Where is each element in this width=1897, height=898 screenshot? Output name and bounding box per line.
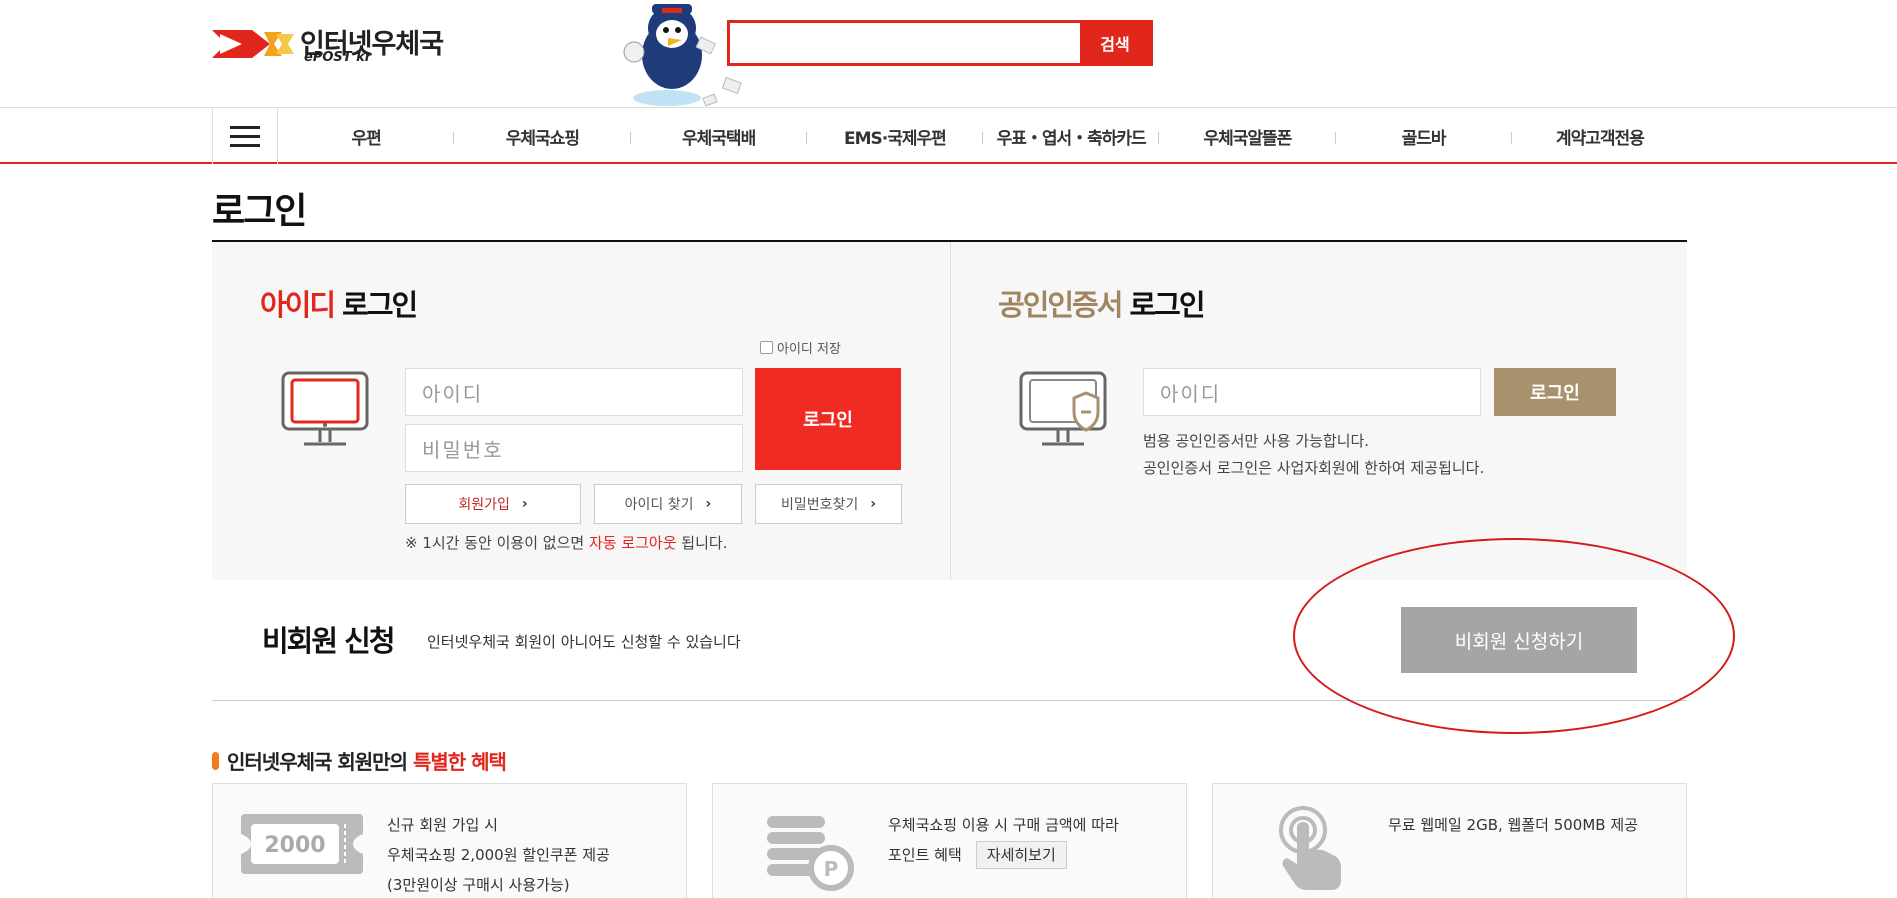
benefit-coupon-text: 신규 회원 가입 시 우체국쇼핑 2,000원 할인쿠폰 제공 (3만원이상 구… [387, 816, 610, 894]
nonmember-section: 비회원 신청 인터넷우체국 회원이 아니어도 신청할 수 있습니다 비회원 신청… [212, 580, 1687, 701]
benefit-points-text: 우체국쇼핑 이용 시 구매 금액에 따라 포인트 혜택 자세히보기 [888, 810, 1119, 870]
find-id-button[interactable]: 아이디 찾기 › [594, 484, 742, 524]
epost-logo-icon [212, 30, 294, 58]
touch-hand-icon [1279, 806, 1341, 890]
nonmember-title: 비회원 신청 [262, 624, 395, 658]
find-password-button[interactable]: 비밀번호찾기 › [755, 484, 902, 524]
auto-logout-notice: ※ 1시간 동안 이용이 없으면 자동 로그아웃 됩니다. [405, 534, 728, 552]
nav-item-goldbar[interactable]: 골드바 [1336, 108, 1513, 164]
nav-item-contract[interactable]: 계약고객전용 [1512, 108, 1688, 164]
benefit-webmail-text: 무료 웹메일 2GB, 웹폴더 500MB 제공 [1388, 816, 1638, 834]
cert-login-title: 공인인증서 로그인 [998, 288, 1206, 322]
login-area: 아이디 로그인 아이디 저장 아이디 비밀번호 로그인 회원가입 › 아이디 찾… [212, 242, 1687, 580]
search-input[interactable] [730, 23, 1080, 63]
cert-description: 범용 공인인증서만 사용 가능합니다. 공인인증서 로그인은 사업자회원에 한하… [1143, 432, 1485, 477]
search-button[interactable]: 검색 [1080, 23, 1150, 63]
chevron-right-icon: › [870, 496, 877, 512]
save-id-option[interactable]: 아이디 저장 [760, 338, 841, 357]
panel-divider [950, 242, 951, 580]
benefit-card-points: P 우체국쇼핑 이용 시 구매 금액에 따라 포인트 혜택 자세히보기 [712, 783, 1187, 898]
logo-subtext: ePOST kr [304, 50, 372, 65]
main-nav: 우편 우체국쇼핑 우체국택배 EMS·국제우편 우표・엽서・축하카드 우체국알뜰… [0, 108, 1897, 164]
header: 인터넷우체국 ePOST kr 검색 [0, 0, 1897, 108]
benefit-card-webmail: 무료 웹메일 2GB, 웹폴더 500MB 제공 [1212, 783, 1687, 898]
save-id-label: 아이디 저장 [777, 342, 841, 357]
signup-button[interactable]: 회원가입 › [405, 484, 581, 524]
id-input[interactable]: 아이디 [405, 368, 743, 416]
nav-item-shopping[interactable]: 우체국쇼핑 [454, 108, 631, 164]
bullet-icon [212, 751, 219, 770]
chevron-right-icon: › [521, 496, 528, 512]
nonmember-apply-button[interactable]: 비회원 신청하기 [1401, 607, 1637, 673]
id-login-title: 아이디 로그인 [260, 288, 418, 322]
search-box: 검색 [727, 20, 1153, 66]
detail-button[interactable]: 자세히보기 [975, 841, 1067, 869]
cert-id-input[interactable]: 아이디 [1143, 368, 1481, 416]
chevron-right-icon: › [705, 496, 712, 512]
nav-item-ems[interactable]: EMS·국제우편 [807, 108, 984, 164]
password-input[interactable]: 비밀번호 [405, 424, 743, 472]
nonmember-description: 인터넷우체국 회원이 아니어도 신청할 수 있습니다 [427, 633, 741, 651]
save-id-checkbox[interactable] [760, 341, 773, 354]
page-title: 로그인 [212, 191, 307, 232]
monitor-icon [281, 371, 369, 446]
svg-text:2000: 2000 [264, 833, 325, 858]
benefit-card-coupon: 2000 신규 회원 가입 시 우체국쇼핑 2,000원 할인쿠폰 제공 (3만… [212, 783, 687, 898]
svg-text:P: P [824, 857, 839, 881]
epost-logo[interactable]: 인터넷우체국 ePOST kr [212, 20, 452, 70]
id-login-button[interactable]: 로그인 [755, 368, 901, 470]
hamburger-menu-icon[interactable] [212, 108, 278, 164]
nav-list: 우편 우체국쇼핑 우체국택배 EMS·국제우편 우표・엽서・축하카드 우체국알뜰… [278, 108, 1688, 164]
nav-item-post[interactable]: 우편 [278, 108, 455, 164]
coupon-icon: 2000 [241, 814, 363, 874]
nav-item-mobile[interactable]: 우체국알뜰폰 [1159, 108, 1336, 164]
points-icon: P [767, 816, 854, 891]
nav-item-parcel[interactable]: 우체국택배 [631, 108, 808, 164]
nav-item-stamps[interactable]: 우표・엽서・축하카드 [983, 108, 1160, 164]
certificate-monitor-icon [1019, 371, 1107, 446]
cert-login-button[interactable]: 로그인 [1494, 368, 1616, 416]
benefits-title: 인터넷우체국 회원만의 특별한 혜택 [212, 746, 507, 775]
